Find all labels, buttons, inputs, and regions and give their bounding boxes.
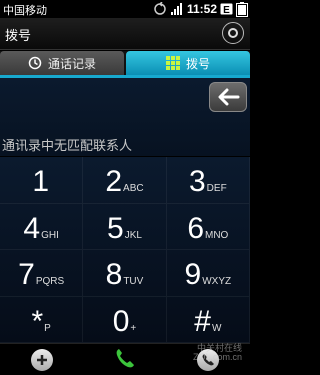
key-digit: # <box>194 304 211 338</box>
key-letters: P <box>44 322 51 334</box>
call-log-icon <box>28 56 42 70</box>
watermark: 中关村在线 ZOL.com.cn <box>192 343 242 363</box>
key-letters: GHI <box>41 229 59 241</box>
key-digit: * <box>31 304 44 338</box>
tab-dial-label: 拨号 <box>185 56 210 71</box>
tab-call-log[interactable]: 通话记录 <box>0 51 124 75</box>
page-title: 拨号 <box>5 29 32 44</box>
key-digit: 5 <box>107 211 124 245</box>
key-digit: 9 <box>184 258 202 291</box>
key-4[interactable]: 4 GHI <box>0 203 84 250</box>
title-bar: 拨号 <box>0 18 250 50</box>
key-5[interactable]: 5 JKL <box>83 203 167 250</box>
key-hash[interactable]: # W <box>166 296 250 343</box>
add-contact-button[interactable] <box>30 348 53 371</box>
key-1[interactable]: 1 <box>0 157 84 204</box>
key-digit: 3 <box>188 165 206 198</box>
key-letters: MNO <box>205 229 229 241</box>
key-digit: 0 <box>112 304 130 338</box>
tab-call-log-label: 通话记录 <box>47 56 96 71</box>
key-digit: 1 <box>32 165 49 198</box>
svg-text:E: E <box>223 5 230 16</box>
key-letters: DEF <box>206 183 227 194</box>
add-contact-icon <box>36 354 47 365</box>
key-3[interactable]: 3 DEF <box>166 157 250 204</box>
tab-bar: 通话记录 拨号 <box>0 51 250 75</box>
battery-icon <box>236 1 248 17</box>
backspace-arrow-icon <box>218 88 240 106</box>
carrier-name: 中国移动 <box>3 4 47 17</box>
backspace-button[interactable] <box>209 82 247 112</box>
key-letters: + <box>130 322 137 334</box>
menu-circle-icon[interactable] <box>222 22 244 44</box>
status-bar: 中国移动 11:52 E <box>0 0 250 18</box>
email-icon: E <box>220 3 233 16</box>
key-letters: PQRS <box>35 276 65 287</box>
key-0[interactable]: 0 + <box>83 296 167 343</box>
key-letters: W <box>211 322 222 334</box>
status-icons: 11:52 E <box>153 1 248 17</box>
key-letters: WXYZ <box>202 276 232 287</box>
tab-dial[interactable]: 拨号 <box>126 51 250 75</box>
dialpad-icon <box>165 56 180 70</box>
key-6[interactable]: 6 MNO <box>166 203 250 250</box>
key-digit: 2 <box>105 165 123 198</box>
watermark-line2: ZOL.com.cn <box>192 352 242 363</box>
key-digit: 4 <box>23 211 41 245</box>
key-letters: TUV <box>123 276 144 287</box>
key-8[interactable]: 8 TUV <box>83 250 167 297</box>
key-digit: 7 <box>18 258 35 291</box>
call-button[interactable] <box>114 347 136 373</box>
key-digit: 8 <box>105 258 123 291</box>
no-match-hint: 通讯录中无匹配联系人 <box>2 139 133 154</box>
key-letters: JKL <box>124 229 142 241</box>
call-icon <box>116 348 134 367</box>
key-7[interactable]: 7 PQRS <box>0 250 84 297</box>
key-star[interactable]: * P <box>0 296 84 343</box>
dial-keypad: 1 2 ABC 3 DEF 4 GHI 5 JKL 6 MNO 7 PQRS 8 TUV 9W… <box>0 157 250 343</box>
number-display[interactable]: 通讯录中无匹配联系人 <box>0 78 250 156</box>
key-digit: 6 <box>187 211 204 245</box>
key-2[interactable]: 2 ABC <box>83 157 167 204</box>
clock: 11:52 <box>186 2 217 16</box>
signal-icon <box>170 3 182 15</box>
key-9[interactable]: 9 WXYZ <box>166 250 250 297</box>
key-letters: ABC <box>123 183 144 194</box>
sync-icon <box>154 2 166 15</box>
